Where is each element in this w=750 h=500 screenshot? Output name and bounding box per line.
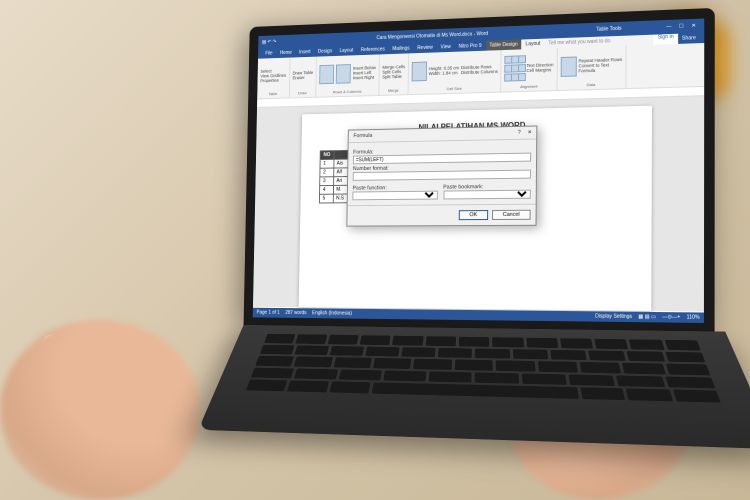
dialog-close-button[interactable]: × <box>528 130 531 136</box>
page-status[interactable]: Page 1 of 1 <box>256 310 279 316</box>
laptop-bezel: ▤ ↶ ↷ Cara Mengonversi Otomatis di Ms Wo… <box>244 8 715 334</box>
align-br[interactable] <box>518 73 526 81</box>
formula-dialog: Formula ? × Formula: Number format: <box>346 125 537 226</box>
split-table-button[interactable]: Split Table <box>382 74 405 80</box>
properties-button[interactable]: Properties <box>260 78 286 84</box>
align-tr[interactable] <box>519 55 527 63</box>
group-merge: Merge Cells Split Cells Split Table Merg… <box>379 53 409 95</box>
laptop-keyboard <box>198 325 750 449</box>
dialog-title: Formula <box>353 133 372 139</box>
sign-in-button[interactable]: Sign in <box>654 34 678 45</box>
zoom-slider[interactable]: —⊙—+ <box>662 314 680 320</box>
group-cell-size: Height: 0.35 cm Width: 1.84 cm Distribut… <box>408 50 502 94</box>
word-count[interactable]: 287 words <box>285 310 306 316</box>
sort-button[interactable] <box>560 56 576 76</box>
document-area[interactable]: NILAI PELATIHAN MS WORD NF COMPUTER NOJU… <box>253 96 704 311</box>
group-alignment: Text Direction Cell Margins Alignment <box>502 48 558 91</box>
group-rows-columns: Insert Below Insert Left Insert Right Ro… <box>316 54 379 96</box>
paste-function-select[interactable] <box>352 191 437 201</box>
laptop: ▤ ↶ ↷ Cara Mengonversi Otomatis di Ms Wo… <box>240 7 725 497</box>
paste-bookmark-select[interactable] <box>443 190 531 200</box>
cancel-button[interactable]: Cancel <box>492 210 531 220</box>
left-hand <box>0 320 200 500</box>
share-button[interactable]: Share <box>678 33 700 44</box>
insert-right-button[interactable]: Insert Right <box>353 75 376 81</box>
formula-button[interactable]: Formula <box>578 67 622 73</box>
autofit-button[interactable] <box>411 61 426 81</box>
number-format-input[interactable] <box>353 170 531 181</box>
display-settings[interactable]: Display Settings <box>595 313 632 320</box>
language-status[interactable]: English (Indonesia) <box>312 310 352 316</box>
maximize-button[interactable]: ☐ <box>675 23 688 30</box>
ok-button[interactable]: OK <box>459 210 488 220</box>
dialog-help-button[interactable]: ? <box>518 130 521 136</box>
group-draw: Draw Table Eraser Draw <box>289 57 317 98</box>
col-no: NO <box>320 151 334 160</box>
cell-margins-button[interactable]: Cell Margins <box>526 67 553 73</box>
table-tools-label: Table Tools <box>596 26 621 33</box>
quick-access[interactable]: ▤ ↶ ↷ <box>262 39 276 45</box>
formula-input[interactable] <box>353 153 531 165</box>
delete-button[interactable] <box>319 64 334 84</box>
minimize-button[interactable]: — <box>663 24 675 31</box>
word-window: ▤ ↶ ↷ Cara Mengonversi Otomatis di Ms Wo… <box>253 19 705 323</box>
photo-background: ▤ ↶ ↷ Cara Mengonversi Otomatis di Ms Wo… <box>0 0 750 500</box>
insert-above-button[interactable] <box>336 64 351 84</box>
eraser-button[interactable]: Eraser <box>292 74 313 79</box>
view-buttons[interactable]: ▦ ▤ ▭ <box>638 314 656 320</box>
group-table: Select View Gridlines Properties Table <box>257 58 290 99</box>
width-input[interactable]: 1.84 cm <box>442 70 457 75</box>
close-window-button[interactable]: ✕ <box>688 23 701 30</box>
group-data: Repeat Header Rows Convert to Text Formu… <box>557 46 626 90</box>
zoom-level[interactable]: 110% <box>687 314 700 320</box>
distribute-columns-button[interactable]: Distribute Columns <box>461 68 498 74</box>
align-mr[interactable] <box>518 64 526 72</box>
tab-file[interactable]: File <box>262 49 277 59</box>
